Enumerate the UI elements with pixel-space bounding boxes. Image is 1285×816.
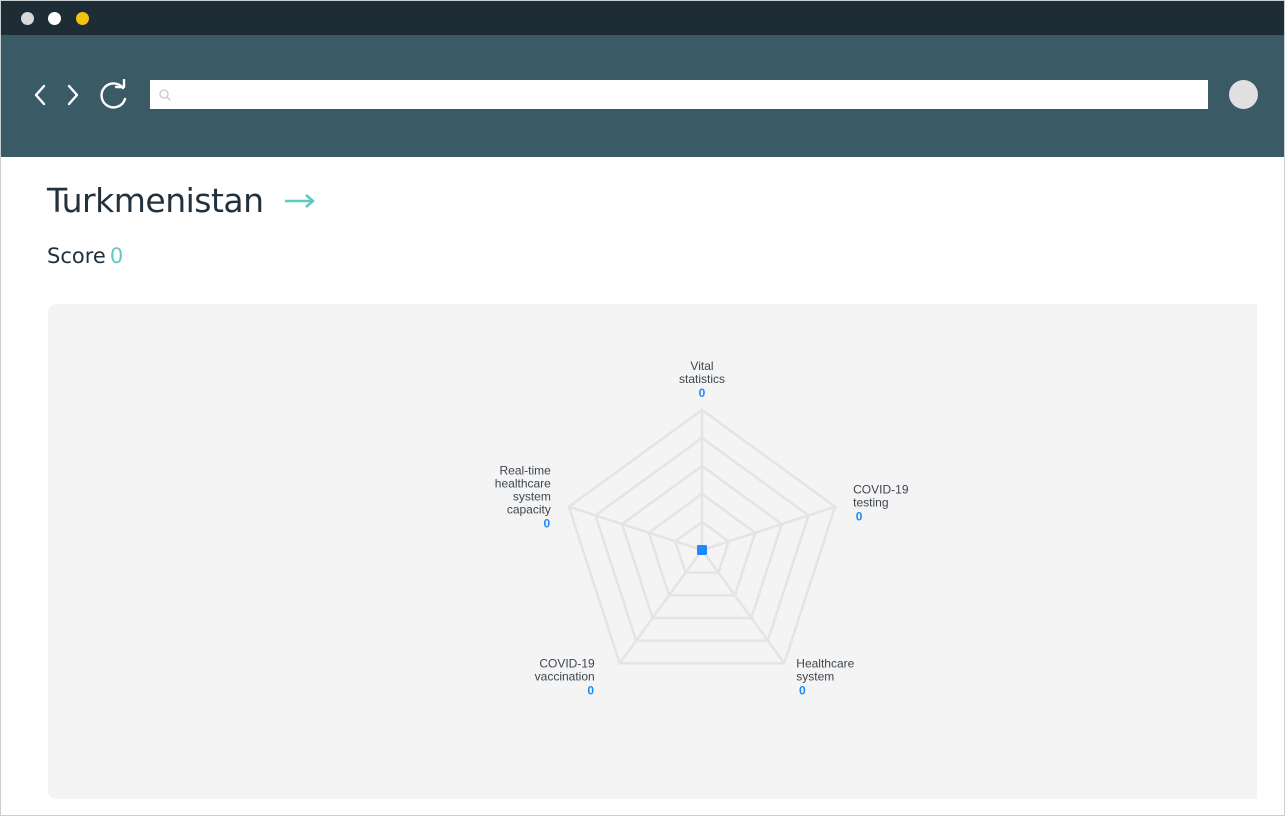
close-window-button[interactable]	[21, 12, 34, 25]
radar-axis-value: 0	[699, 386, 706, 400]
forward-button[interactable]	[59, 79, 87, 111]
radar-axis-value: 0	[799, 683, 806, 697]
maximize-window-button[interactable]	[76, 12, 89, 25]
browser-window: Turkmenistan Score 0 Vital statistics 0 COVI…	[0, 0, 1285, 816]
radar-axis-label: Vital	[690, 359, 713, 373]
arrow-right-icon	[284, 193, 315, 208]
search-icon	[159, 88, 171, 101]
radar-axis-label: statistics	[679, 372, 725, 386]
avatar[interactable]	[1229, 80, 1258, 109]
radar-axis-label: COVID-19	[539, 656, 595, 670]
radar-chart-panel: Vital statistics 0 COVID-19 testing 0 Healthca…	[48, 304, 1257, 799]
radar-axis-value: 0	[587, 683, 594, 697]
radar-axis-value: 0	[544, 517, 551, 531]
radar-data-point	[697, 545, 707, 555]
title-row: Turkmenistan	[47, 181, 316, 220]
radar-axis-label: Healthcare	[796, 656, 854, 670]
address-input[interactable]	[178, 80, 1208, 109]
radar-axis-label: vaccination	[535, 669, 595, 683]
page-title: Turkmenistan	[47, 181, 264, 220]
page-content: Turkmenistan Score 0 Vital statistics 0 COVI…	[1, 157, 1284, 815]
open-country-link[interactable]	[284, 193, 316, 209]
radar-axis-label: capacity	[507, 503, 551, 517]
title-bar	[1, 1, 1284, 35]
radar-axis-label: healthcare	[495, 477, 551, 491]
radar-axis-label: Real-time	[499, 464, 551, 478]
browser-toolbar	[1, 35, 1284, 157]
radar-axis-label: testing	[853, 496, 888, 510]
back-button[interactable]	[26, 79, 54, 111]
radar-axis-label: system	[796, 669, 834, 683]
minimize-window-button[interactable]	[48, 12, 61, 25]
address-bar[interactable]	[150, 80, 1208, 109]
radar-axis-label: COVID-19	[853, 483, 909, 497]
radar-axis-value: 0	[856, 510, 863, 524]
reload-icon	[100, 79, 127, 109]
score-value: 0	[109, 244, 124, 268]
chevron-right-icon	[67, 84, 79, 106]
reload-button[interactable]	[96, 79, 132, 111]
score-label: Score	[47, 244, 106, 268]
radar-chart: Vitalstatistics0COVID-19testing0Healthca…	[495, 359, 909, 697]
chevron-left-icon	[34, 84, 46, 106]
radar-axis-label: system	[513, 490, 551, 504]
score-row: Score 0	[47, 244, 123, 268]
